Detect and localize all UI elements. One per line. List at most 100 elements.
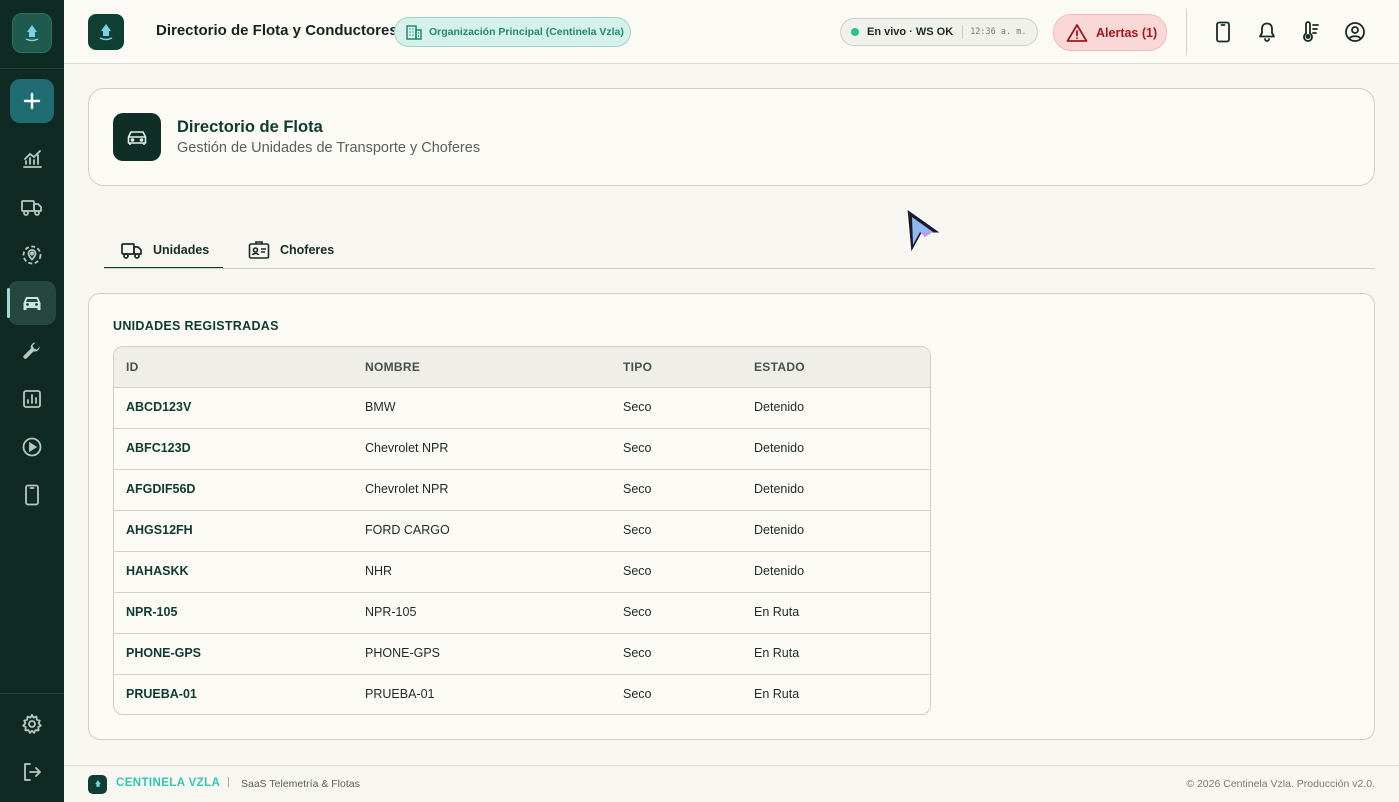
table-header: ID NOMBRE TIPO ESTADO: [114, 347, 930, 387]
play-icon: [22, 437, 42, 457]
units-panel: UNIDADES REGISTRADAS ID NOMBRE TIPO ESTA…: [88, 293, 1375, 740]
alerts-label: Alertas (1): [1096, 25, 1158, 40]
unit-name: Chevrolet NPR: [365, 441, 449, 455]
unit-id: NPR-105: [126, 605, 178, 619]
unit-name: BMW: [365, 400, 396, 414]
table-row[interactable]: PHONE-GPS PHONE-GPS Seco En Ruta: [114, 633, 930, 674]
sidebar-item-reports[interactable]: [8, 377, 56, 421]
sidebar-item-playback[interactable]: [8, 425, 56, 469]
organization-name: Organización Principal (Centinela Vzla): [429, 26, 624, 38]
car-icon: [127, 131, 147, 145]
sidebar-divider: [0, 693, 64, 694]
column-header-nombre[interactable]: NOMBRE: [365, 360, 420, 374]
footer-logo: [88, 775, 107, 794]
header-logo[interactable]: [88, 14, 124, 50]
page-heading-card: Directorio de Flota Gestión de Unidades …: [88, 88, 1375, 186]
units-table: ID NOMBRE TIPO ESTADO ABCD123V BMW Seco …: [113, 346, 931, 715]
sidebar-item-devices[interactable]: [8, 473, 56, 517]
unit-id: PHONE-GPS: [126, 646, 202, 660]
unit-type: Seco: [623, 523, 652, 537]
bell-icon: [1259, 22, 1275, 42]
location-icon: [22, 245, 42, 265]
unit-id: AHGS12FH: [126, 523, 193, 537]
sidebar-item-maintenance[interactable]: [8, 329, 56, 373]
table-row[interactable]: ABFC123D Chevrolet NPR Seco Detenido: [114, 428, 930, 469]
unit-status: Detenido: [754, 482, 805, 496]
unit-id: HAHASKK: [126, 564, 189, 578]
unit-type: Seco: [623, 482, 652, 496]
logout-icon: [24, 763, 41, 781]
mouse-cursor-icon: [903, 205, 945, 261]
car-icon: [23, 297, 41, 310]
warning-icon: [1066, 23, 1088, 42]
unit-name: FORD CARGO: [365, 523, 450, 537]
unit-id: ABFC123D: [126, 441, 191, 455]
plus-icon: [23, 92, 41, 110]
table-row[interactable]: PRUEBA-01 PRUEBA-01 Seco En Ruta: [114, 674, 930, 714]
user-circle-icon: [1345, 22, 1365, 42]
tabs-divider: [104, 268, 1375, 269]
sidebar-item-geofence[interactable]: [8, 233, 56, 277]
unit-id: AFGDIF56D: [126, 482, 196, 496]
unit-status: Detenido: [754, 400, 805, 414]
temperature-button[interactable]: [1295, 17, 1325, 47]
table-row[interactable]: AFGDIF56D Chevrolet NPR Seco Detenido: [114, 469, 930, 510]
tab-choferes[interactable]: Choferes: [247, 232, 334, 268]
unit-name: PRUEBA-01: [365, 687, 435, 701]
organization-badge[interactable]: Organización Principal (Centinela Vzla): [394, 17, 631, 47]
app-logo[interactable]: [12, 13, 52, 53]
unit-type: Seco: [623, 687, 652, 701]
add-button[interactable]: [10, 79, 54, 123]
analytics-icon: [23, 150, 42, 168]
building-icon: [406, 25, 422, 40]
device-button[interactable]: [1208, 17, 1238, 47]
footer-tagline: SaaS Telemetría & Flotas: [241, 778, 360, 790]
status-divider: [962, 25, 964, 39]
footer: CENTINELA VZLA | SaaS Telemetría & Flota…: [64, 765, 1399, 802]
sidebar: [0, 0, 64, 802]
footer-copyright: © 2026 Centinela Vzla. Producción v2.0.: [1186, 778, 1375, 790]
column-header-id[interactable]: ID: [126, 360, 139, 374]
report-icon: [23, 390, 41, 408]
table-row[interactable]: HAHASKK NHR Seco Detenido: [114, 551, 930, 592]
column-header-tipo[interactable]: TIPO: [623, 360, 652, 374]
sidebar-item-fleet[interactable]: [8, 185, 56, 229]
truck-icon: [121, 243, 142, 259]
unit-type: Seco: [623, 646, 652, 660]
id-card-icon: [248, 241, 270, 259]
unit-type: Seco: [623, 605, 652, 619]
wrench-icon: [23, 342, 40, 359]
unit-status: En Ruta: [754, 687, 800, 701]
footer-separator: |: [227, 776, 230, 788]
alerts-button[interactable]: Alertas (1): [1053, 14, 1167, 51]
thermometer-icon: [1303, 21, 1319, 42]
table-row[interactable]: NPR-105 NPR-105 Seco En Ruta: [114, 592, 930, 633]
phone-icon: [1216, 21, 1230, 43]
sidebar-item-logout[interactable]: [8, 750, 56, 794]
table-row[interactable]: AHGS12FH FORD CARGO Seco Detenido: [114, 510, 930, 551]
profile-button[interactable]: [1340, 17, 1370, 47]
phone-icon: [25, 484, 39, 506]
sidebar-item-settings[interactable]: [8, 702, 56, 746]
live-status-text: En vivo · WS OK: [867, 26, 954, 38]
page-title: Directorio de Flota: [177, 118, 323, 136]
truck-icon: [21, 200, 42, 216]
unit-type: Seco: [623, 400, 652, 414]
tab-label: Choferes: [280, 243, 335, 257]
tab-unidades[interactable]: Unidades: [104, 232, 223, 269]
column-header-estado[interactable]: ESTADO: [754, 360, 805, 374]
unit-status: Detenido: [754, 441, 805, 455]
unit-type: Seco: [623, 441, 652, 455]
unit-id: ABCD123V: [126, 400, 192, 414]
table-row[interactable]: ABCD123V BMW Seco Detenido: [114, 387, 930, 428]
unit-id: PRUEBA-01: [126, 687, 197, 701]
footer-brand: CENTINELA VZLA: [116, 777, 221, 789]
header-divider: [1186, 9, 1187, 55]
unit-status: Detenido: [754, 523, 805, 537]
directory-icon-box: [113, 113, 161, 161]
sidebar-item-analytics[interactable]: [8, 137, 56, 181]
sidebar-item-directory[interactable]: [7, 281, 56, 325]
unit-name: NHR: [365, 564, 393, 578]
unit-name: NPR-105: [365, 605, 417, 619]
notifications-button[interactable]: [1252, 17, 1282, 47]
